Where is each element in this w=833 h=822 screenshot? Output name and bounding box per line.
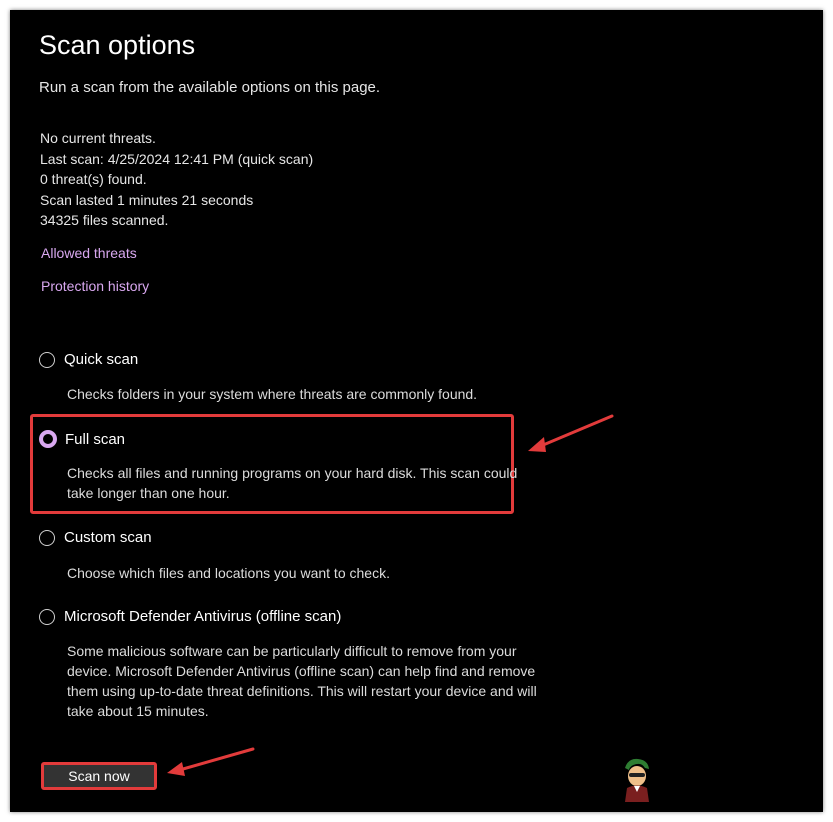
scan-status: No current threats. Last scan: 4/25/2024…	[40, 128, 313, 231]
protection-history-link[interactable]: Protection history	[41, 278, 149, 294]
arrow-icon	[167, 747, 255, 776]
last-scan-text: Last scan: 4/25/2024 12:41 PM (quick sca…	[40, 150, 314, 167]
quick-scan-description: Checks folders in your system where thre…	[67, 386, 478, 402]
quick-scan-option[interactable]: Quick scan	[39, 351, 138, 368]
offline-scan-description: Some malicious software can be particula…	[67, 643, 537, 719]
full-scan-option[interactable]: Full scan	[39, 430, 125, 448]
quick-scan-radio[interactable]	[39, 351, 55, 368]
scan-options-panel: Scan options Run a scan from the availab…	[10, 10, 823, 812]
page-title: Scan options	[39, 30, 196, 60]
arrow-icon	[528, 414, 614, 452]
full-scan-label: Full scan	[65, 430, 126, 448]
full-scan-radio[interactable]	[39, 430, 57, 448]
allowed-threats-link[interactable]: Allowed threats	[41, 245, 137, 261]
custom-scan-label: Custom scan	[64, 529, 152, 546]
quick-scan-label: Quick scan	[64, 351, 139, 368]
offline-scan-option[interactable]: Microsoft Defender Antivirus (offline sc…	[39, 608, 341, 625]
offline-scan-radio[interactable]	[39, 608, 55, 625]
scan-now-button[interactable]: Scan now	[41, 762, 157, 790]
appuals-logo	[625, 758, 649, 802]
page-subtitle: Run a scan from the available options on…	[39, 79, 381, 96]
custom-scan-option[interactable]: Custom scan	[39, 529, 152, 546]
custom-scan-radio[interactable]	[39, 529, 55, 546]
scan-duration-text: Scan lasted 1 minutes 21 seconds	[40, 191, 254, 208]
files-scanned-text: 34325 files scanned.	[40, 212, 169, 228]
full-scan-description: Checks all files and running programs on…	[67, 465, 518, 501]
offline-scan-label: Microsoft Defender Antivirus (offline sc…	[64, 608, 342, 625]
custom-scan-description: Choose which files and locations you wan…	[67, 565, 390, 581]
threats-found-text: 0 threat(s) found.	[40, 171, 147, 187]
threat-status-text: No current threats.	[40, 130, 156, 146]
